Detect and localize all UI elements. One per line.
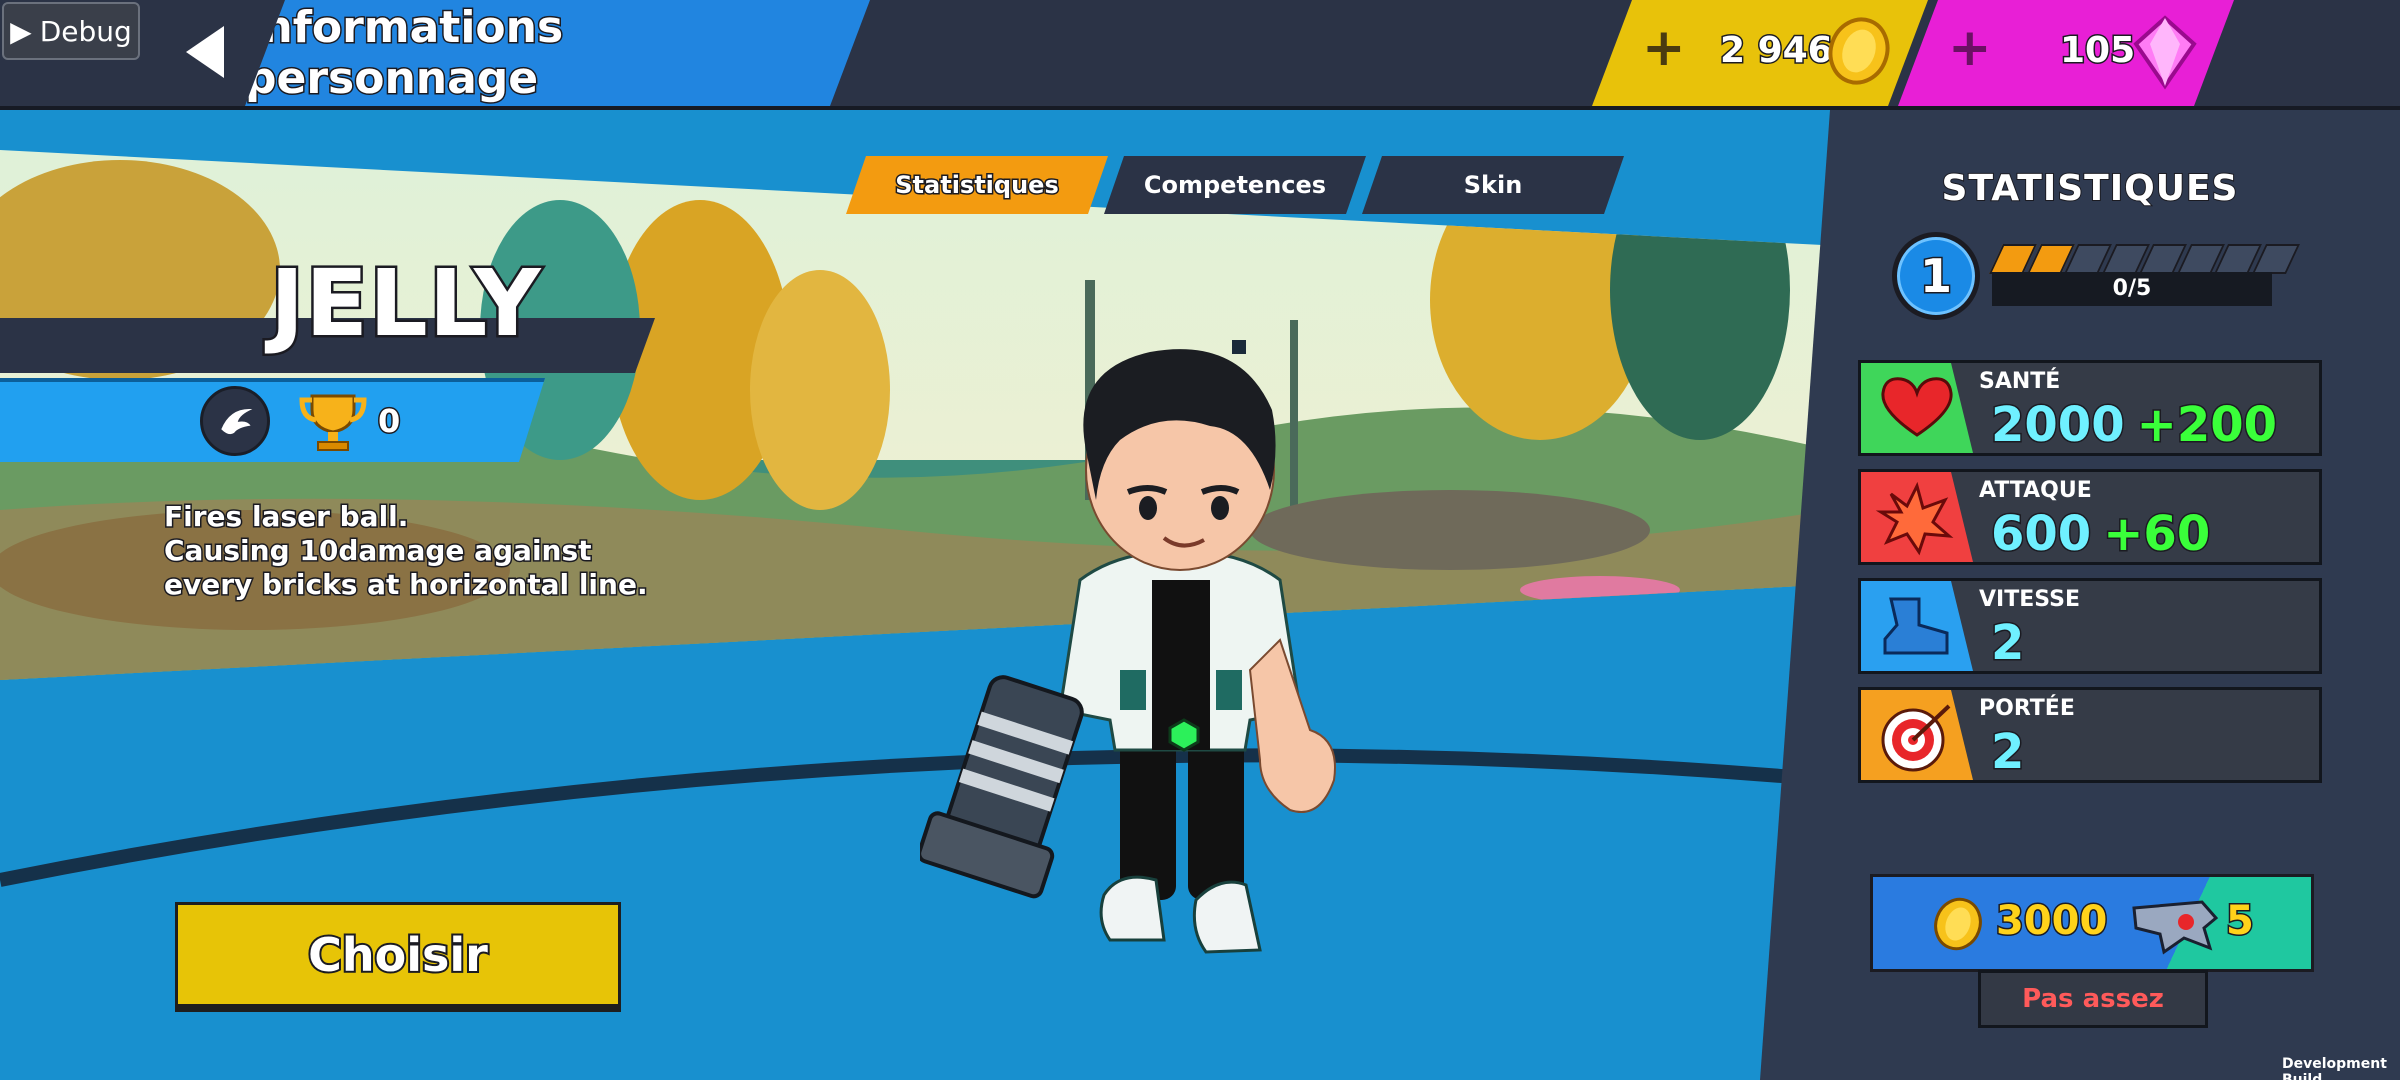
trophy-count: 0 <box>376 401 401 442</box>
level-progress-bar <box>1989 244 2299 274</box>
gem-counter: + 105 <box>1898 0 2234 106</box>
tab-statistiques[interactable]: Statistiques <box>846 156 1108 214</box>
gold-counter: + 2 946 <box>1592 0 1928 106</box>
stat-label: ATTAQUE <box>1979 478 2092 503</box>
heart-icon <box>1861 363 1973 453</box>
arena-floor-edge <box>0 748 1830 887</box>
add-gems-button[interactable]: + <box>1948 28 1988 68</box>
explosion-icon <box>1861 472 1973 562</box>
stat-row-attack: ATTAQUE 600 +60 <box>1858 469 2322 565</box>
debug-button[interactable]: ▶ Debug <box>2 2 140 60</box>
gem-icon <box>2130 14 2200 90</box>
tab-skin[interactable]: Skin <box>1362 156 1624 214</box>
stats-panel-title: Statistiques <box>1941 167 2239 210</box>
stat-value: 2 <box>1989 723 2025 782</box>
stat-bonus: +60 <box>2102 505 2212 564</box>
choose-button[interactable]: Choisir <box>175 902 621 1012</box>
gold-amount: 2 946 <box>1720 30 1833 71</box>
insufficient-funds-label: Pas assez <box>1978 970 2208 1028</box>
card-cost: 5 <box>2225 897 2256 946</box>
tab-competences[interactable]: Competences <box>1104 156 1366 214</box>
tab-bar: Statistiques Competences Skin <box>850 156 1640 214</box>
stat-label: PORTÉE <box>1979 696 2075 721</box>
stat-bonus: +200 <box>2135 396 2278 455</box>
gold-cost: 3000 <box>1994 897 2108 946</box>
stat-label: VITESSE <box>1979 587 2080 612</box>
character-name: JELLY <box>268 248 544 360</box>
gold-coin-icon <box>1934 897 1982 951</box>
stat-value: 2 <box>1989 614 2025 673</box>
character-card-icon <box>2132 900 2219 955</box>
add-gold-button[interactable]: + <box>1642 28 1682 68</box>
role-banner <box>0 378 545 462</box>
boot-icon <box>1861 581 1973 671</box>
gem-amount: 105 <box>2060 30 2136 71</box>
stat-value: 2000 +200 <box>1990 396 2279 455</box>
description-line: Causing 10damage against <box>163 533 594 569</box>
description-line: every bricks at horizontal line. <box>163 567 650 603</box>
stat-row-range: PORTÉE 2 <box>1858 687 2322 783</box>
back-arrow-icon[interactable] <box>178 22 238 82</box>
gold-coin-icon <box>1824 16 1894 86</box>
winged-role-icon <box>200 386 270 456</box>
stat-label: SANTÉ <box>1979 369 2061 394</box>
page-title: Informations personnage <box>245 2 564 104</box>
play-icon: ▶ <box>10 14 32 48</box>
choose-label: Choisir <box>306 926 490 984</box>
stat-row-speed: VITESSE 2 <box>1858 578 2322 674</box>
description-line: Fires laser ball. <box>163 499 410 535</box>
build-label: Development Build <box>2282 1056 2387 1080</box>
debug-label: Debug <box>39 14 132 48</box>
page-title-banner: Informations personnage <box>245 0 870 106</box>
stat-row-health: SANTÉ 2000 +200 <box>1858 360 2322 456</box>
trophy-icon <box>299 394 367 451</box>
level-progress-text: 0/5 <box>1992 272 2272 306</box>
character-model <box>920 340 1336 954</box>
character-description: Fires laser ball. Causing 10damage again… <box>163 499 664 603</box>
stat-value: 600 +60 <box>1989 505 2212 564</box>
target-icon <box>1861 690 1973 780</box>
level-badge: 1 <box>1892 232 1980 320</box>
